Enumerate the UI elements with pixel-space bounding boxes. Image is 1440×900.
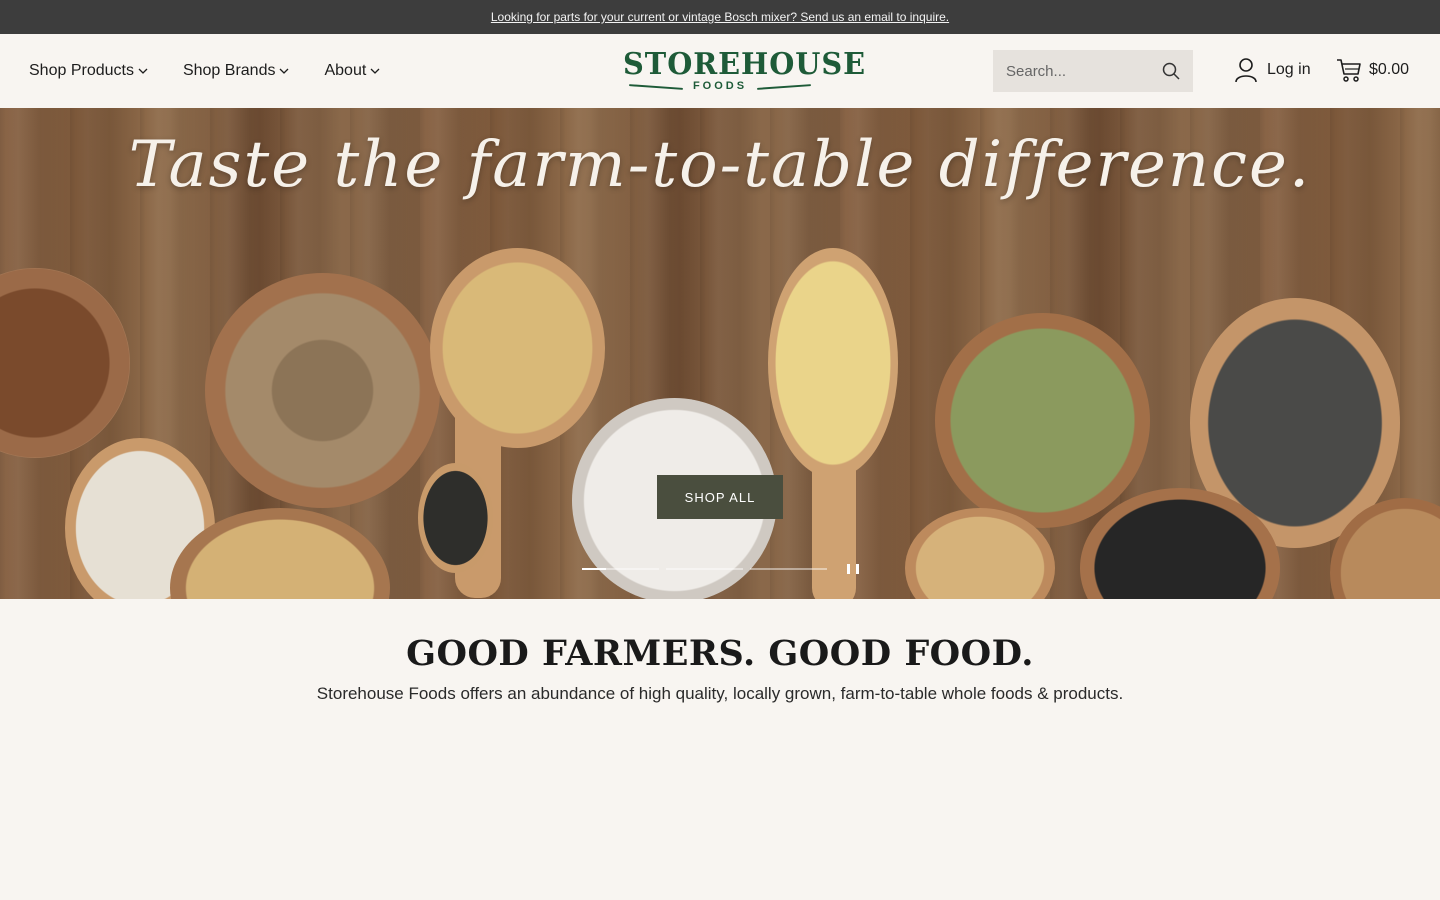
section-description: Storehouse Foods offers an abundance of … <box>316 684 1124 703</box>
greenpea-bowl <box>935 313 1150 528</box>
chevron-down-icon <box>370 66 380 76</box>
nav-label: Shop Products <box>29 62 134 79</box>
login-label: Log in <box>1267 61 1311 78</box>
cornmeal-spoon <box>768 248 898 478</box>
nav-shop-brands[interactable]: Shop Brands <box>183 62 290 80</box>
announcement-bar: Looking for parts for your current or vi… <box>0 0 1440 34</box>
hero-banner: Taste the farm-to-table difference. SHOP… <box>0 108 1440 599</box>
cart-total: $0.00 <box>1369 61 1410 78</box>
logo-wordmark: STOREHOUSE <box>623 47 867 82</box>
search-input[interactable] <box>1006 62 1156 80</box>
site-header: Shop Products Shop Brands About STOREHOU… <box>0 34 1440 108</box>
shop-all-button[interactable]: SHOP ALL <box>657 475 783 519</box>
announcement-link[interactable]: Looking for parts for your current or vi… <box>491 10 949 24</box>
buckwheat-bowl <box>0 268 130 458</box>
nav-shop-products[interactable]: Shop Products <box>29 62 148 80</box>
cart-link[interactable]: $0.00 <box>1336 56 1409 84</box>
slide-dot[interactable] <box>750 568 827 570</box>
hero-title: Taste the farm-to-table difference. <box>128 128 1312 202</box>
slideshow-dots <box>582 568 834 570</box>
chevron-down-icon <box>279 66 289 76</box>
slide-dot[interactable] <box>582 568 659 570</box>
site-logo[interactable]: STOREHOUSE FOODS <box>619 47 867 92</box>
chevron-down-icon <box>138 66 148 76</box>
nav-about[interactable]: About <box>324 62 380 80</box>
cart-icon <box>1336 57 1362 83</box>
peas-spoon <box>430 248 605 448</box>
section-title: GOOD FARMERS. GOOD FOOD. <box>406 633 1034 674</box>
logo-subtext: FOODS <box>692 80 748 92</box>
login-link[interactable]: Log in <box>1234 56 1311 84</box>
lentil-spoon <box>418 463 493 573</box>
main-nav: Shop Products Shop Brands About <box>29 34 415 108</box>
logo-subline: FOODS <box>619 81 821 92</box>
logo-swoosh <box>628 83 683 90</box>
nav-label: Shop Brands <box>182 62 276 79</box>
search-box <box>993 50 1193 92</box>
logo-swoosh <box>757 83 812 90</box>
nav-label: About <box>324 62 367 79</box>
user-icon <box>1234 57 1258 83</box>
search-icon[interactable] <box>1162 62 1180 80</box>
slide-dot[interactable] <box>666 568 743 570</box>
pause-icon[interactable] <box>847 564 859 576</box>
favabean-bowl <box>205 273 440 508</box>
